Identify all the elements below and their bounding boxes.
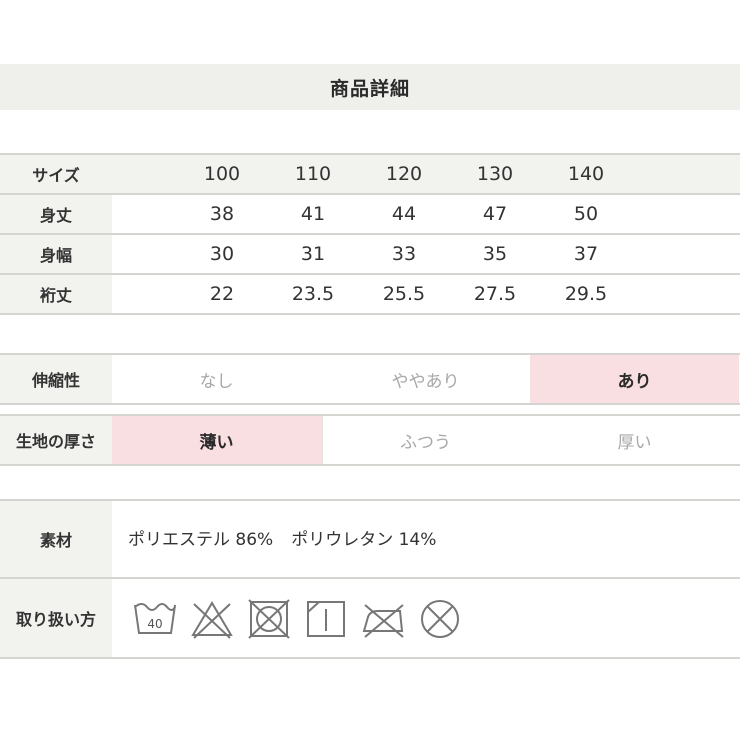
- table-cell: 29.5: [564, 283, 608, 305]
- material-part: ポリウレタン 14%: [291, 530, 437, 550]
- stretch-label: 伸縮性: [0, 355, 112, 403]
- table-cell: 37: [573, 243, 599, 265]
- table-cell: 31: [300, 243, 326, 265]
- material-part: ポリエステル 86%: [128, 530, 274, 550]
- size-header-cell: 140: [567, 163, 605, 185]
- thickness-label: 生地の厚さ: [0, 416, 112, 464]
- size-table: サイズ 100 110 120 130 140 身丈 38 41 44 47 5…: [0, 153, 740, 315]
- iron-prohibited-icon: [362, 604, 404, 638]
- detail-block: 素材 ポリエステル 86% ポリウレタン 14% 取り扱い方 40: [0, 499, 740, 659]
- table-cell: 30: [209, 243, 235, 265]
- table-row: 身幅 30 31 33 35 37: [0, 233, 740, 273]
- thickness-scale: 生地の厚さ 薄い ふつう 厚い: [0, 414, 740, 466]
- table-cell: 41: [300, 203, 326, 225]
- table-cell: 47: [482, 203, 508, 225]
- wash-40-icon: 40: [134, 603, 176, 634]
- care-row: 取り扱い方 40: [0, 577, 740, 657]
- wash-temp-label: 40: [147, 617, 162, 631]
- size-header-row: サイズ 100 110 120 130 140: [0, 153, 740, 193]
- size-header-cell: 120: [385, 163, 423, 185]
- stretch-option-none: なし: [199, 371, 234, 392]
- stretch-scale: 伸縮性 なし ややあり あり: [0, 353, 740, 405]
- row-label-sleeve-length: 裄丈: [0, 275, 112, 313]
- table-cell: 35: [482, 243, 508, 265]
- material-value: ポリエステル 86% ポリウレタン 14%: [128, 525, 436, 550]
- no-tumble-dry-icon: [248, 599, 290, 639]
- page-title: 商品詳細: [329, 77, 410, 100]
- table-cell: 33: [391, 243, 417, 265]
- table-cell: 44: [391, 203, 417, 225]
- size-header-label: サイズ: [0, 155, 112, 193]
- table-row: 裄丈 22 23.5 25.5 27.5 29.5: [0, 273, 740, 315]
- table-cell: 27.5: [473, 283, 517, 305]
- line-dry-icon: [307, 601, 345, 637]
- table-cell: 23.5: [291, 283, 335, 305]
- thickness-option-thick: 厚い: [617, 432, 652, 453]
- care-label: 取り扱い方: [0, 579, 112, 657]
- table-cell: 38: [209, 203, 235, 225]
- table-row: 身丈 38 41 44 47 50: [0, 193, 740, 233]
- stretch-option-slight: ややあり: [391, 371, 460, 392]
- material-label: 素材: [0, 501, 112, 577]
- row-label-body-length: 身丈: [0, 195, 112, 233]
- table-cell: 25.5: [382, 283, 426, 305]
- section-header: 商品詳細: [0, 64, 740, 110]
- row-label-body-width: 身幅: [0, 235, 112, 273]
- table-cell: 22: [209, 283, 235, 305]
- thickness-option-thin: 薄い: [112, 416, 321, 464]
- table-cell: 50: [573, 203, 599, 225]
- no-dry-clean-icon: [421, 600, 459, 638]
- size-header-cell: 110: [294, 163, 332, 185]
- no-bleach-icon: [191, 601, 233, 639]
- stretch-option-yes: あり: [530, 355, 739, 403]
- thickness-option-normal: ふつう: [400, 432, 451, 453]
- care-icons: 40: [132, 597, 474, 641]
- material-row: 素材 ポリエステル 86% ポリウレタン 14%: [0, 501, 740, 577]
- size-header-cell: 100: [203, 163, 241, 185]
- size-header-cell: 130: [476, 163, 514, 185]
